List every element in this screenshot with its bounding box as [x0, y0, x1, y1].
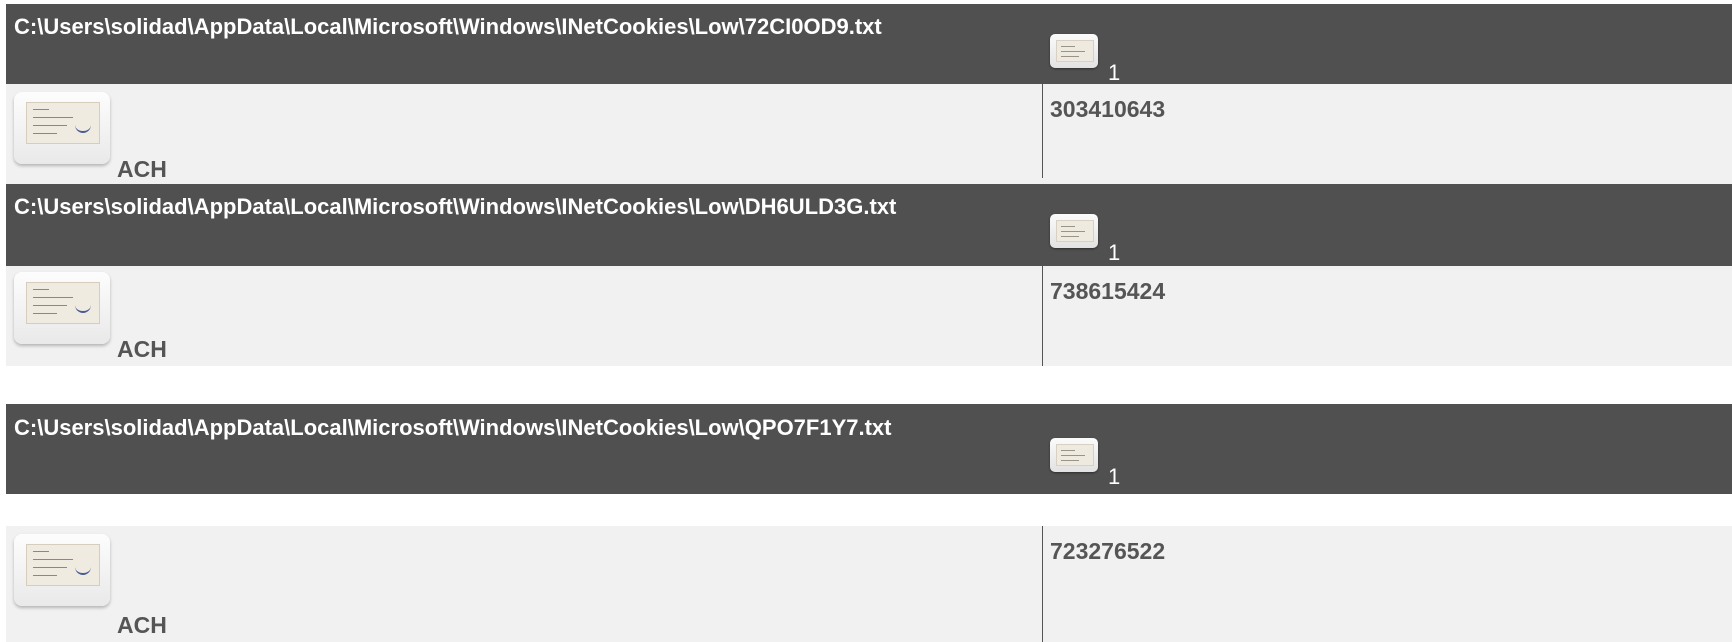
file-path: C:\Users\solidad\AppData\Local\Microsoft…: [14, 194, 897, 219]
file-header-row[interactable]: C:\Users\solidad\AppData\Local\Microsoft…: [6, 404, 1732, 494]
payment-method-label: ACH: [117, 156, 167, 182]
file-header-row[interactable]: C:\Users\solidad\AppData\Local\Microsoft…: [6, 4, 1732, 85]
file-path: C:\Users\solidad\AppData\Local\Microsoft…: [14, 14, 882, 39]
file-detail-row: ACH 738615424: [6, 266, 1732, 366]
column-divider: [1042, 526, 1043, 642]
file-path: C:\Users\solidad\AppData\Local\Microsoft…: [14, 415, 892, 440]
check-thumbnail-icon[interactable]: [1050, 438, 1098, 472]
account-number: 303410643: [1050, 96, 1166, 122]
check-icon: [14, 272, 110, 344]
check-thumbnail-icon[interactable]: [1050, 34, 1098, 68]
check-thumbnail-icon[interactable]: [1050, 214, 1098, 248]
file-header-row[interactable]: C:\Users\solidad\AppData\Local\Microsoft…: [6, 184, 1732, 266]
file-detail-row: ACH 723276522: [6, 526, 1732, 642]
column-divider: [1042, 84, 1043, 178]
check-icon: [14, 534, 110, 606]
file-results-list: C:\Users\solidad\AppData\Local\Microsoft…: [0, 0, 1732, 642]
account-number: 738615424: [1050, 278, 1166, 304]
file-detail-row: ACH 303410643: [6, 84, 1732, 184]
file-count: 1: [1108, 60, 1121, 85]
check-icon: [14, 92, 110, 164]
payment-method-label: ACH: [117, 612, 167, 638]
account-number: 723276522: [1050, 538, 1166, 564]
payment-method-label: ACH: [117, 336, 167, 362]
column-divider: [1042, 266, 1043, 366]
file-count: 1: [1108, 464, 1121, 489]
file-count: 1: [1108, 240, 1121, 265]
